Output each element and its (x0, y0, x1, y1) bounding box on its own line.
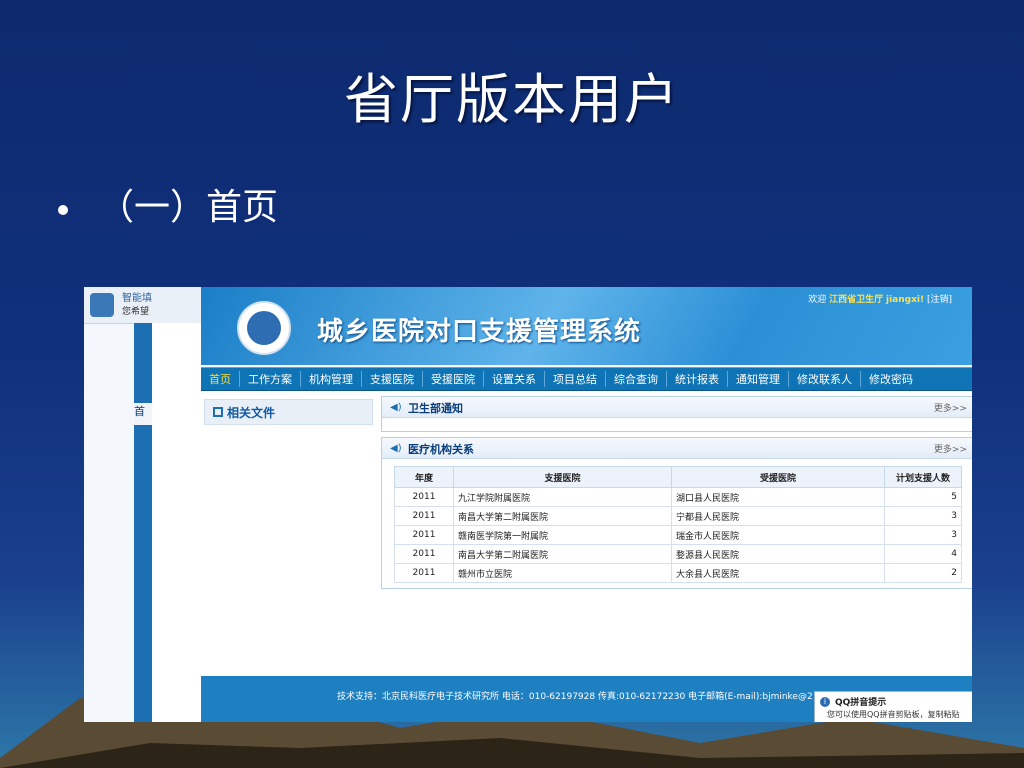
qq-pinyin-tip[interactable]: i QQ拼音提示 您可以使用QQ拼音剪贴板，复制粘贴 (814, 691, 972, 722)
cell-planned-count: 4 (884, 544, 962, 564)
cell-year: 2011 (394, 544, 454, 564)
sidebar-item-related-files[interactable]: 相关文件 (204, 399, 373, 425)
table-row: 2011 九江学院附属医院 湖口县人民医院 5 (394, 487, 962, 507)
nav-set-relations[interactable]: 设置关系 (484, 371, 545, 387)
user-org: 江西省卫生厅 (829, 295, 884, 305)
notice-more-link[interactable]: 更多>> (934, 401, 967, 414)
background-window-content (152, 323, 201, 722)
app-screenshot: 智能填 您希望 首 城乡医院对口支援管理系统 欢迎 江西省卫生厅 jiangxi… (84, 287, 972, 722)
notice-panel-title: 卫生部通知 (408, 402, 463, 415)
column-header-support-hospital: 支援医院 (453, 466, 672, 488)
welcome-bar: 欢迎 江西省卫生厅 jiangxi! [注销] (808, 292, 952, 305)
key-icon (90, 293, 114, 317)
emblem-inner (247, 311, 281, 345)
emblem-logo (237, 301, 291, 355)
cell-support-hospital: 九江学院附属医院 (453, 487, 672, 507)
table-row: 2011 赣南医学院第一附属院 瑞金市人民医院 3 (394, 525, 962, 545)
nav-work-plan[interactable]: 工作方案 (240, 371, 301, 387)
system-title: 城乡医院对口支援管理系统 (317, 317, 642, 347)
cell-year: 2011 (394, 525, 454, 545)
table-row: 2011 南昌大学第二附属医院 宁都县人民医院 3 (394, 506, 962, 526)
nav-notice-mgmt[interactable]: 通知管理 (728, 371, 789, 387)
nav-statistics[interactable]: 统计报表 (667, 371, 728, 387)
bullet-item: （一）首页 (58, 178, 278, 230)
main-navbar: 首页 工作方案 机构管理 支援医院 受援医院 设置关系 项目总结 综合查询 统计… (201, 367, 972, 391)
background-nav-stub: 首 (134, 403, 152, 425)
nav-support-hospital[interactable]: 支援医院 (362, 371, 423, 387)
cell-support-hospital: 南昌大学第二附属医院 (453, 544, 672, 564)
background-window-titlebar: 智能填 您希望 (84, 287, 201, 324)
qq-tip-title: QQ拼音提示 (835, 698, 887, 708)
relations-panel: ◀) 医疗机构关系 更多>> 年度 支援医院 受援医院 计划支援人数 2011 九… (381, 437, 972, 589)
qq-tip-body: 您可以使用QQ拼音剪贴板，复制粘贴 (827, 710, 960, 719)
cell-support-hospital: 赣州市立医院 (453, 563, 672, 583)
cell-recipient-hospital: 大余县人民医院 (671, 563, 885, 583)
slide-title: 省厅版本用户 (344, 68, 680, 131)
table-row: 2011 南昌大学第二附属医院 婺源县人民医院 4 (394, 544, 962, 564)
logout-link[interactable]: [注销] (927, 295, 952, 305)
footer-text: 技术支持：北京民科医疗电子技术研究所 电话：010-62197928 传真:01… (337, 692, 819, 702)
cell-planned-count: 5 (884, 487, 962, 507)
relations-panel-title: 医疗机构关系 (408, 443, 474, 456)
column-header-recipient-hospital: 受援医院 (671, 466, 885, 488)
table-row: 2011 赣州市立医院 大余县人民医院 2 (394, 563, 962, 583)
square-bullet-icon (213, 407, 223, 417)
nav-home[interactable]: 首页 (201, 371, 240, 387)
nav-comprehensive-query[interactable]: 综合查询 (606, 371, 667, 387)
cell-year: 2011 (394, 506, 454, 526)
cell-planned-count: 2 (884, 563, 962, 583)
notice-panel-header: ◀) 卫生部通知 更多>> (382, 397, 972, 418)
cell-recipient-hospital: 湖口县人民医院 (671, 487, 885, 507)
cell-support-hospital: 南昌大学第二附属医院 (453, 506, 672, 526)
column-header-planned-count: 计划支援人数 (884, 466, 962, 488)
column-header-year: 年度 (394, 466, 454, 488)
cell-support-hospital: 赣南医学院第一附属院 (453, 525, 672, 545)
square-bullet-icon (140, 442, 151, 453)
notice-panel: ◀) 卫生部通知 更多>> (381, 396, 972, 432)
nav-change-password[interactable]: 修改密码 (861, 371, 921, 387)
cell-recipient-hospital: 宁都县人民医院 (671, 506, 885, 526)
welcome-text: 欢迎 (808, 295, 827, 305)
nav-project-summary[interactable]: 项目总结 (545, 371, 606, 387)
nav-institution-mgmt[interactable]: 机构管理 (301, 371, 362, 387)
sidebar-item-label: 相关文件 (227, 406, 276, 420)
user-id: jiangxi! (886, 295, 925, 305)
bullet-text: （一）首页 (98, 187, 279, 228)
background-window: 智能填 您希望 首 (84, 287, 201, 722)
relations-panel-header: ◀) 医疗机构关系 更多>> (382, 438, 972, 459)
table-header-row: 年度 支援医院 受援医院 计划支援人数 (394, 466, 962, 488)
cell-recipient-hospital: 瑞金市人民医院 (671, 525, 885, 545)
nav-edit-contact[interactable]: 修改联系人 (789, 371, 861, 387)
speaker-icon: ◀) (390, 443, 402, 454)
background-window-title: 智能填 (122, 293, 152, 304)
cell-year: 2011 (394, 487, 454, 507)
nav-recipient-hospital[interactable]: 受援医院 (423, 371, 484, 387)
app-header: 城乡医院对口支援管理系统 欢迎 江西省卫生厅 jiangxi! [注销] (201, 287, 972, 365)
bullet-dot (58, 205, 68, 215)
cell-planned-count: 3 (884, 506, 962, 526)
cell-planned-count: 3 (884, 525, 962, 545)
main-window: 城乡医院对口支援管理系统 欢迎 江西省卫生厅 jiangxi! [注销] 首页 … (201, 287, 972, 722)
background-window-subtitle: 您希望 (122, 307, 150, 317)
background-window-sidebar (134, 323, 152, 722)
relations-table: 年度 支援医院 受援医院 计划支援人数 2011 九江学院附属医院 湖口县人民医院 5… (394, 466, 962, 583)
cell-year: 2011 (394, 563, 454, 583)
cell-recipient-hospital: 婺源县人民医院 (671, 544, 885, 564)
relations-more-link[interactable]: 更多>> (934, 442, 967, 455)
info-icon: i (820, 697, 830, 707)
speaker-icon: ◀) (390, 402, 402, 413)
